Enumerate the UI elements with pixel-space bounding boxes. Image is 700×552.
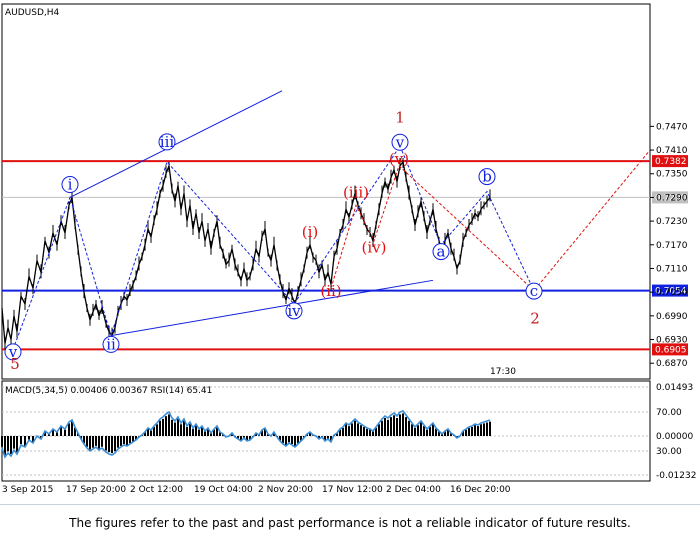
indicator-frame <box>1 380 651 482</box>
y-tick-label: 0.6870 <box>656 359 688 369</box>
wave-label: ii <box>106 335 116 353</box>
wave-label: b <box>482 168 492 186</box>
wave-label: a <box>437 243 446 261</box>
wave-label: 1 <box>395 108 405 126</box>
y-tick-label: 0.7230 <box>656 217 688 227</box>
y-tick-label: 0.7290 <box>656 193 688 203</box>
wave-label: (ii) <box>320 282 341 300</box>
x-tick-label: 2 Oct 12:00 <box>130 485 183 495</box>
x-tick-label: 2 Nov 20:00 <box>258 485 313 495</box>
indicator-tick-label: 30.00 <box>656 447 682 457</box>
wave-label: iii <box>160 133 175 151</box>
y-tick-label: 0.6990 <box>656 312 688 322</box>
wave-label: c <box>530 282 538 300</box>
price-chart: iiiiiiivvvabc(i)(ii)(iii)(iv)(v)125 0.73… <box>1 3 696 495</box>
separator-line <box>0 504 700 505</box>
disclaimer-text: The figures refer to the past and past p… <box>69 516 631 530</box>
indicator-tick-label: -0.01232 <box>656 471 696 481</box>
wave-label: (i) <box>302 223 319 241</box>
x-tick-label: 16 Dec 20:00 <box>450 485 511 495</box>
wave-label: i <box>68 176 73 194</box>
level-label: 0.7382 <box>655 157 687 167</box>
y-tick-label: 0.6930 <box>656 336 688 346</box>
symbol-label: AUDUSD,H4 <box>5 8 60 18</box>
wave-label: iv <box>287 302 301 320</box>
level-label: 0.6905 <box>655 345 687 355</box>
wave-label: (v) <box>389 150 409 168</box>
time-marker: 17:30 <box>490 367 516 377</box>
indicator-tick-label: 0.01493 <box>656 383 693 393</box>
x-tick-label: 2 Dec 04:00 <box>386 485 441 495</box>
y-tick-label: 0.7110 <box>656 264 688 274</box>
wave-label: v <box>395 133 405 151</box>
y-tick-label: 0.7050 <box>656 288 688 298</box>
x-tick-label: 17 Nov 12:00 <box>322 485 383 495</box>
wave-label: 2 <box>530 310 540 328</box>
indicator-tick-label: 0.00000 <box>656 432 693 442</box>
x-tick-label: 19 Oct 04:00 <box>194 485 253 495</box>
wave-label: (iii) <box>343 183 369 201</box>
y-tick-label: 0.7350 <box>656 170 688 180</box>
indicator-title: MACD(5,34,5) 0.00406 0.00367 RSI(14) 65.… <box>5 386 212 396</box>
y-tick-label: 0.7170 <box>656 241 688 251</box>
x-tick-label: 17 Sep 20:00 <box>66 485 126 495</box>
wave-label: (iv) <box>362 239 387 257</box>
main-chart-frame <box>1 3 651 380</box>
y-tick-label: 0.7410 <box>656 146 688 156</box>
x-tick-label: 3 Sep 2015 <box>2 485 53 495</box>
indicator-tick-label: 70.00 <box>656 408 682 418</box>
y-tick-label: 0.7470 <box>656 122 688 132</box>
wave-label: 5 <box>10 355 20 373</box>
